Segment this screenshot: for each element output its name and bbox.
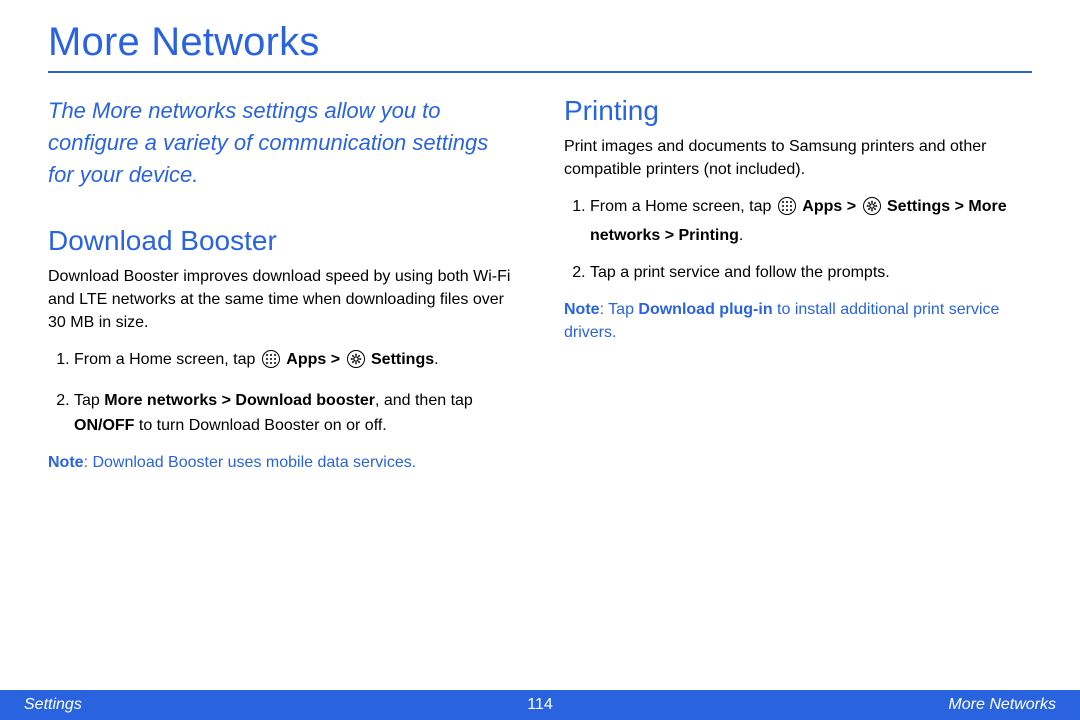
printing-heading: Printing	[564, 95, 1032, 127]
right-column: Printing Print images and documents to S…	[564, 95, 1032, 474]
download-booster-steps: From a Home screen, tap Apps >	[48, 348, 516, 438]
t: Tap	[74, 392, 104, 409]
apps-grid-icon	[262, 350, 280, 377]
t: : Tap	[600, 301, 639, 318]
note-text: : Download Booster uses mobile data serv…	[84, 454, 417, 471]
content-columns: The More networks settings allow you to …	[48, 95, 1032, 474]
t: ON/OFF	[74, 417, 134, 434]
download-booster-desc: Download Booster improves download speed…	[48, 265, 516, 335]
printing-desc: Print images and documents to Samsung pr…	[564, 135, 1032, 181]
period: .	[434, 351, 438, 368]
db-note: Note: Download Booster uses mobile data …	[48, 451, 516, 474]
footer-left: Settings	[24, 696, 82, 714]
apps-grid-icon	[778, 197, 796, 224]
t: More networks > Download booster	[104, 392, 375, 409]
page-footer: Settings 114 More Networks	[0, 690, 1080, 720]
db-step-2: Tap More networks > Download booster, an…	[74, 389, 516, 439]
footer-page-number: 114	[527, 696, 553, 714]
intro-text: The More networks settings allow you to …	[48, 95, 516, 191]
t: Download plug-in	[638, 301, 772, 318]
apps-label: Apps	[286, 351, 326, 368]
db-step-1: From a Home screen, tap Apps >	[74, 348, 516, 377]
settings-gear-icon	[863, 197, 881, 224]
pr-step-2: Tap a print service and follow the promp…	[590, 261, 1032, 286]
t: to turn Download Booster on or off.	[134, 417, 386, 434]
period: .	[739, 227, 743, 244]
footer-right: More Networks	[948, 696, 1056, 714]
settings-label: Settings	[371, 351, 434, 368]
gt: >	[847, 198, 861, 215]
settings-label: Settings	[887, 198, 950, 215]
pr-step-1: From a Home screen, tap Apps >	[590, 195, 1032, 249]
pr-note: Note: Tap Download plug-in to install ad…	[564, 298, 1032, 344]
settings-gear-icon	[347, 350, 365, 377]
step-text: From a Home screen, tap	[74, 351, 260, 368]
note-label: Note	[48, 454, 84, 471]
manual-page: More Networks The More networks settings…	[0, 0, 1080, 720]
t: , and then tap	[375, 392, 473, 409]
gt: >	[331, 351, 345, 368]
left-column: The More networks settings allow you to …	[48, 95, 516, 474]
t: From a Home screen, tap	[590, 198, 776, 215]
apps-label: Apps	[802, 198, 842, 215]
download-booster-heading: Download Booster	[48, 225, 516, 257]
note-label: Note	[564, 301, 600, 318]
printing-steps: From a Home screen, tap Apps >	[564, 195, 1032, 285]
page-title: More Networks	[48, 20, 1032, 73]
